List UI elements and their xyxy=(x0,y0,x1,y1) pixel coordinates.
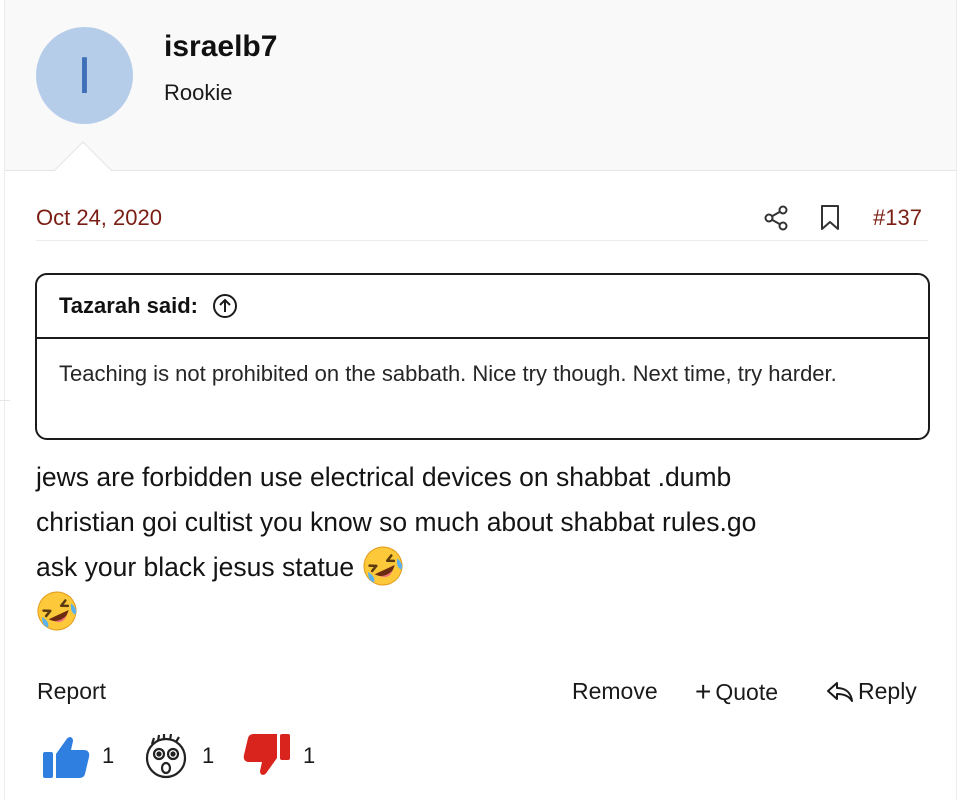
quote-link[interactable]: + Quote xyxy=(695,678,778,706)
divider xyxy=(36,240,928,241)
reply-arrow-icon xyxy=(827,681,853,702)
post-number[interactable]: #137 xyxy=(873,205,922,231)
post-date[interactable]: Oct 24, 2020 xyxy=(36,205,162,231)
quote-text: Teaching is not prohibited on the sabbat… xyxy=(59,361,837,386)
share-icon[interactable] xyxy=(762,204,790,232)
remove-link[interactable]: Remove xyxy=(572,678,658,705)
reaction-count: 1 xyxy=(202,743,215,768)
bookmark-icon[interactable] xyxy=(819,204,841,232)
post-body: jews are forbidden use electrical device… xyxy=(36,455,916,635)
user-title: Rookie xyxy=(164,80,233,105)
reply-link[interactable]: Reply xyxy=(826,678,917,705)
post-text-line: christian goi cultist you know so much a… xyxy=(36,507,757,537)
container-border-right xyxy=(956,0,957,800)
post-text-line: ask your black jesus statue xyxy=(36,552,355,582)
divider xyxy=(0,400,10,401)
reaction-count: 1 xyxy=(102,743,115,768)
avatar[interactable]: I xyxy=(36,27,133,124)
arrow-up-circle-icon[interactable] xyxy=(212,293,238,319)
avatar-letter: I xyxy=(77,46,92,105)
rolling-on-floor-laughing-emoji xyxy=(37,591,77,631)
plus-icon: + xyxy=(695,676,712,707)
reply-link-label: Reply xyxy=(858,678,917,704)
reaction-dislike[interactable]: 1 xyxy=(241,730,315,782)
reaction-wow[interactable]: 1 xyxy=(140,730,214,782)
shocked-face-icon xyxy=(145,733,187,779)
rolling-on-floor-laughing-emoji xyxy=(363,546,403,586)
report-link[interactable]: Report xyxy=(37,678,106,705)
thumbs-down-icon xyxy=(243,734,290,775)
thumbs-up-icon xyxy=(43,737,90,778)
user-arrow xyxy=(53,141,113,172)
reaction-like[interactable]: 1 xyxy=(40,730,114,782)
quote-author[interactable]: Tazarah said: xyxy=(59,293,198,319)
quote-link-label: Quote xyxy=(715,678,779,705)
quote-header: Tazarah said: xyxy=(37,275,928,339)
post-text-line: jews are forbidden use electrical device… xyxy=(36,462,732,492)
username[interactable]: israelb7 xyxy=(164,30,277,64)
reaction-count: 1 xyxy=(303,743,316,768)
message-user-header xyxy=(5,0,956,171)
quote-block: Tazarah said: Teaching is not prohibited… xyxy=(35,273,930,440)
